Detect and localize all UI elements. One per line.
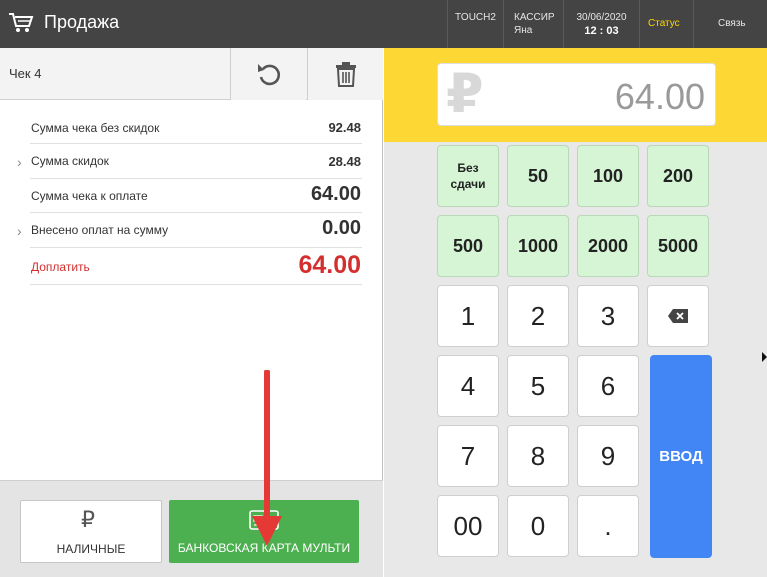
terminal-segment: TOUCH2 bbox=[447, 0, 503, 48]
key-500[interactable]: 500 bbox=[437, 215, 499, 277]
cashier-segment: КАССИР Яна bbox=[503, 0, 563, 48]
summary-row-total: Сумма чека без скидок 92.48 bbox=[30, 110, 362, 144]
amount-value: 64.00 bbox=[614, 76, 705, 117]
trash-icon bbox=[335, 62, 356, 87]
top-bar: Продажа TOUCH2 КАССИР Яна 30/06/2020 12 … bbox=[0, 0, 767, 48]
keypad-panel: ₽ 64.00 Без сдачи 50 100 200 500 1000 20… bbox=[384, 48, 767, 577]
time-label: 12 : 03 bbox=[584, 25, 619, 37]
connection-button[interactable]: Связь bbox=[693, 0, 767, 48]
summary-value: 64.00 bbox=[298, 251, 361, 279]
backspace-button[interactable] bbox=[647, 285, 709, 347]
key-no-change[interactable]: Без сдачи bbox=[437, 145, 499, 207]
summary-row-payable: Сумма чека к оплате 64.00 bbox=[30, 179, 362, 213]
summary-label: Доплатить bbox=[31, 260, 90, 274]
ruble-icon: ₽ bbox=[446, 64, 484, 124]
cash-payment-button[interactable]: ₽ НАЛИЧНЫЕ bbox=[20, 500, 162, 563]
undo-icon bbox=[257, 64, 280, 86]
chevron-right-icon: › bbox=[17, 154, 22, 170]
key-1[interactable]: 1 bbox=[437, 285, 499, 347]
check-panel: Чек 4 Сумма чека без скидок 92.48 › Сумм… bbox=[0, 48, 383, 577]
summary-label: Сумма чека без скидок bbox=[31, 121, 160, 135]
datetime-segment: 30/06/2020 12 : 03 bbox=[563, 0, 639, 48]
delete-button[interactable] bbox=[307, 48, 383, 100]
cash-label: НАЛИЧНЫЕ bbox=[56, 542, 126, 556]
key-00[interactable]: 00 bbox=[437, 495, 499, 557]
ruble-icon: ₽ bbox=[81, 507, 95, 532]
check-header: Чек 4 bbox=[0, 48, 383, 100]
key-100[interactable]: 100 bbox=[577, 145, 639, 207]
check-title: Чек 4 bbox=[9, 66, 42, 81]
annotation-arrow-icon bbox=[252, 370, 282, 546]
summary-row-paid[interactable]: › Внесено оплат на сумму 0.00 bbox=[17, 213, 362, 248]
date-label: 30/06/2020 bbox=[576, 12, 627, 23]
summary-label: Сумма чека к оплате bbox=[31, 189, 148, 203]
summary-value: 64.00 bbox=[310, 183, 361, 205]
cart-icon bbox=[9, 13, 34, 32]
summary-value: 28.48 bbox=[328, 154, 361, 169]
summary-label: Внесено оплат на сумму bbox=[31, 223, 169, 237]
key-6[interactable]: 6 bbox=[577, 355, 639, 417]
key-50[interactable]: 50 bbox=[507, 145, 569, 207]
key-1000[interactable]: 1000 bbox=[507, 215, 569, 277]
status-button[interactable]: Статус bbox=[639, 0, 693, 48]
summary-label: Сумма скидок bbox=[31, 154, 109, 168]
key-8[interactable]: 8 bbox=[507, 425, 569, 487]
cashier-label: КАССИР bbox=[514, 12, 555, 23]
chevron-right-icon: › bbox=[17, 223, 22, 239]
key-2[interactable]: 2 bbox=[507, 285, 569, 347]
key-7[interactable]: 7 bbox=[437, 425, 499, 487]
payment-methods: ₽ НАЛИЧНЫЕ БАНКОВСКАЯ КАРТА МУЛЬТИ bbox=[0, 480, 383, 577]
summary-row-due: Доплатить 64.00 bbox=[30, 248, 362, 285]
key-9[interactable]: 9 bbox=[577, 425, 639, 487]
backspace-icon bbox=[668, 309, 688, 323]
key-4[interactable]: 4 bbox=[437, 355, 499, 417]
summary-row-discounts[interactable]: › Сумма скидок 28.48 bbox=[17, 144, 362, 179]
mouse-cursor-icon bbox=[762, 352, 767, 362]
key-decimal[interactable]: . bbox=[577, 495, 639, 557]
amount-header: ₽ 64.00 bbox=[384, 48, 767, 142]
status-label: Статус bbox=[648, 18, 680, 29]
key-200[interactable]: 200 bbox=[647, 145, 709, 207]
enter-button[interactable]: ВВОД bbox=[650, 355, 712, 558]
amount-display[interactable]: ₽ 64.00 bbox=[437, 63, 716, 126]
key-5000[interactable]: 5000 bbox=[647, 215, 709, 277]
key-0[interactable]: 0 bbox=[507, 495, 569, 557]
key-label: Без сдачи bbox=[450, 161, 486, 191]
summary-value: 0.00 bbox=[322, 217, 361, 239]
summary-value: 92.48 bbox=[328, 120, 361, 135]
check-summary: Сумма чека без скидок 92.48 › Сумма скид… bbox=[17, 110, 362, 285]
terminal-name: TOUCH2 bbox=[455, 12, 496, 23]
page-title: Продажа bbox=[44, 12, 120, 32]
key-3[interactable]: 3 bbox=[577, 285, 639, 347]
key-2000[interactable]: 2000 bbox=[577, 215, 639, 277]
undo-button[interactable] bbox=[230, 48, 306, 100]
key-5[interactable]: 5 bbox=[507, 355, 569, 417]
connection-label: Связь bbox=[718, 18, 746, 29]
cashier-name: Яна bbox=[514, 25, 533, 36]
